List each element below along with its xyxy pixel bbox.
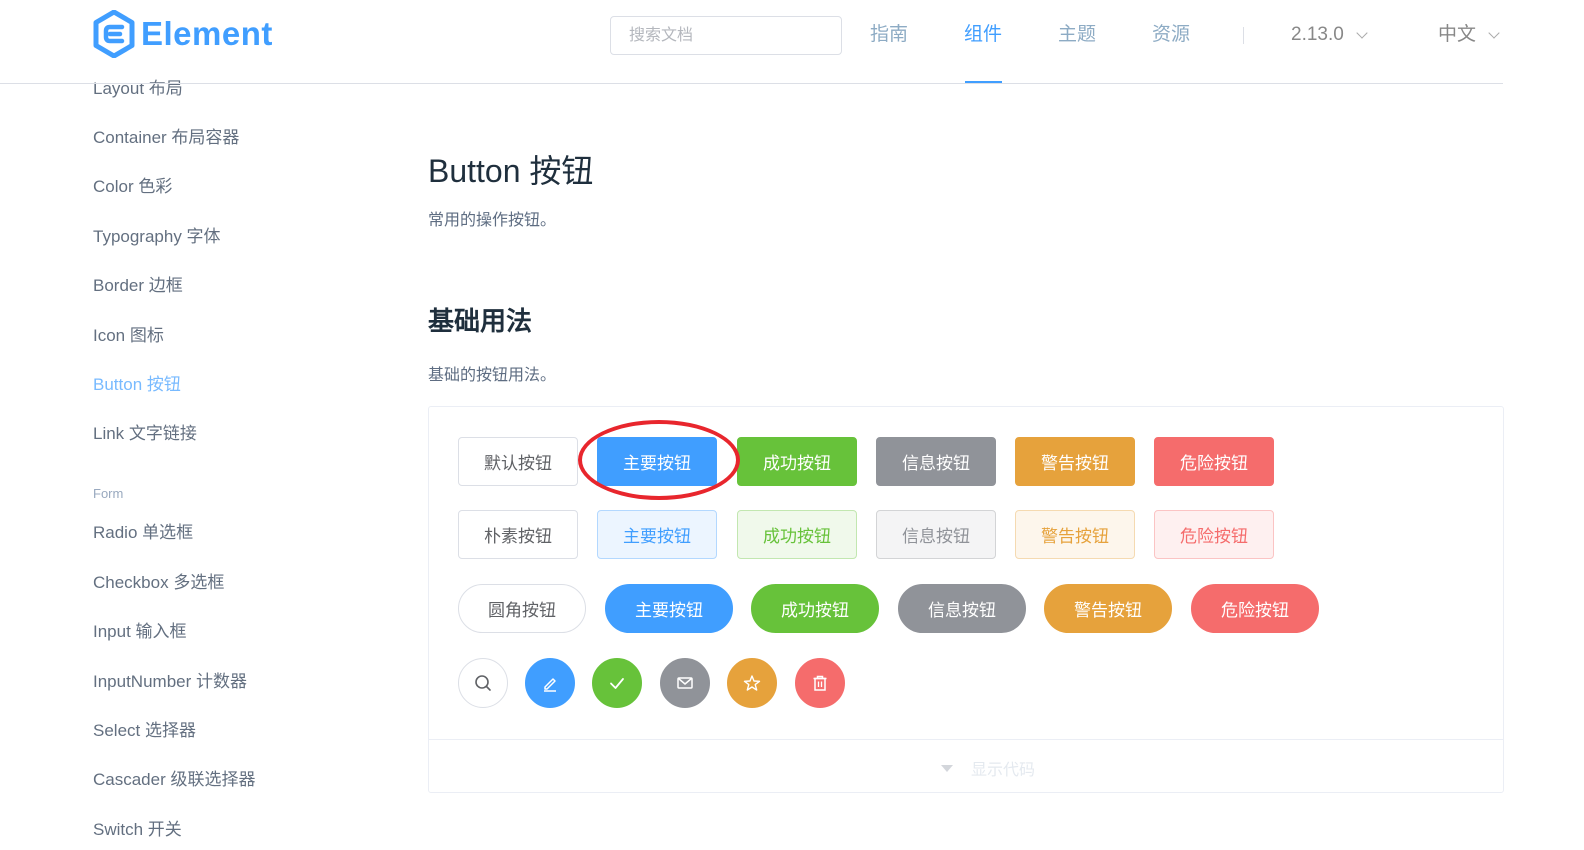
- section-description: 基础的按钮用法。: [428, 367, 557, 384]
- delete-icon: [813, 675, 827, 691]
- language-label: 中文: [1438, 24, 1477, 45]
- show-code-label: 显示代码: [971, 762, 1036, 779]
- round-info-button[interactable]: 信息按钮: [898, 584, 1026, 633]
- sidebar-item-icon[interactable]: Icon 图标: [93, 326, 164, 346]
- edit-icon: [544, 678, 556, 692]
- plain-primary-button[interactable]: 主要按钮: [597, 510, 717, 559]
- nav-resource[interactable]: 资源: [1152, 22, 1190, 48]
- version-dropdown[interactable]: 2.13.0: [1291, 22, 1368, 48]
- demo-footer[interactable]: 显示代码: [429, 739, 1503, 792]
- sidebar-item-container[interactable]: Container 布局容器: [93, 128, 239, 148]
- chevron-down-icon: [1488, 26, 1500, 39]
- chevron-down-icon: [1356, 26, 1368, 39]
- search-input[interactable]: [610, 16, 842, 55]
- plain-danger-button[interactable]: 危险按钮: [1154, 510, 1274, 559]
- sidebar-item-typography[interactable]: Typography 字体: [93, 227, 221, 247]
- caret-down-icon: [941, 764, 953, 772]
- round-warning-button[interactable]: 警告按钮: [1044, 584, 1172, 633]
- plain-info-button[interactable]: 信息按钮: [876, 510, 996, 559]
- nav-divider: [1243, 27, 1244, 44]
- sidebar-item-color[interactable]: Color 色彩: [93, 177, 172, 197]
- danger-button[interactable]: 危险按钮: [1154, 437, 1274, 486]
- circle-delete-button[interactable]: [795, 658, 845, 708]
- sidebar-item-switch[interactable]: Switch 开关: [93, 820, 182, 840]
- circle-check-button[interactable]: [592, 658, 642, 708]
- sidebar-item-link[interactable]: Link 文字链接: [93, 424, 197, 444]
- sidebar-item-checkbox[interactable]: Checkbox 多选框: [93, 573, 224, 593]
- sidebar: Layout 布局 Container 布局容器 Color 色彩 Typogr…: [93, 0, 393, 850]
- sidebar-item-select[interactable]: Select 选择器: [93, 721, 196, 741]
- circle-star-button[interactable]: [727, 658, 777, 708]
- language-dropdown[interactable]: 中文: [1438, 22, 1500, 48]
- page-description: 常用的操作按钮。: [428, 212, 557, 229]
- round-danger-button[interactable]: 危险按钮: [1191, 584, 1319, 633]
- nav-theme[interactable]: 主题: [1058, 22, 1096, 48]
- header-divider: [0, 83, 1503, 84]
- circle-search-button[interactable]: [458, 658, 508, 708]
- sidebar-item-layout[interactable]: Layout 布局: [93, 79, 183, 99]
- primary-button[interactable]: 主要按钮: [597, 437, 717, 486]
- message-icon: [677, 677, 693, 689]
- nav-guide[interactable]: 指南: [870, 22, 908, 48]
- sidebar-item-cascader[interactable]: Cascader 级联选择器: [93, 770, 255, 790]
- default-button[interactable]: 默认按钮: [458, 437, 578, 486]
- round-default-button[interactable]: 圆角按钮: [458, 584, 586, 633]
- info-button[interactable]: 信息按钮: [876, 437, 996, 486]
- circle-message-button[interactable]: [660, 658, 710, 708]
- plain-success-button[interactable]: 成功按钮: [737, 510, 857, 559]
- section-title: 基础用法: [428, 306, 533, 336]
- sidebar-item-input[interactable]: Input 输入框: [93, 622, 187, 642]
- warning-button[interactable]: 警告按钮: [1015, 437, 1135, 486]
- circle-edit-button[interactable]: [525, 658, 575, 708]
- page-title: Button 按钮: [428, 153, 594, 189]
- plain-warning-button[interactable]: 警告按钮: [1015, 510, 1135, 559]
- version-label: 2.13.0: [1291, 24, 1344, 45]
- round-success-button[interactable]: 成功按钮: [751, 584, 879, 633]
- sidebar-item-radio[interactable]: Radio 单选框: [93, 523, 193, 543]
- sidebar-item-border[interactable]: Border 边框: [93, 276, 183, 296]
- success-button[interactable]: 成功按钮: [737, 437, 857, 486]
- sidebar-item-inputnumber[interactable]: InputNumber 计数器: [93, 672, 247, 692]
- search-icon: [475, 675, 491, 691]
- sidebar-group-form: Form: [93, 486, 124, 501]
- sidebar-item-button[interactable]: Button 按钮: [93, 375, 181, 395]
- plain-default-button[interactable]: 朴素按钮: [458, 510, 578, 559]
- star-icon: [743, 675, 761, 691]
- round-primary-button[interactable]: 主要按钮: [605, 584, 733, 633]
- nav-component[interactable]: 组件: [964, 22, 1002, 48]
- check-icon: [610, 678, 624, 689]
